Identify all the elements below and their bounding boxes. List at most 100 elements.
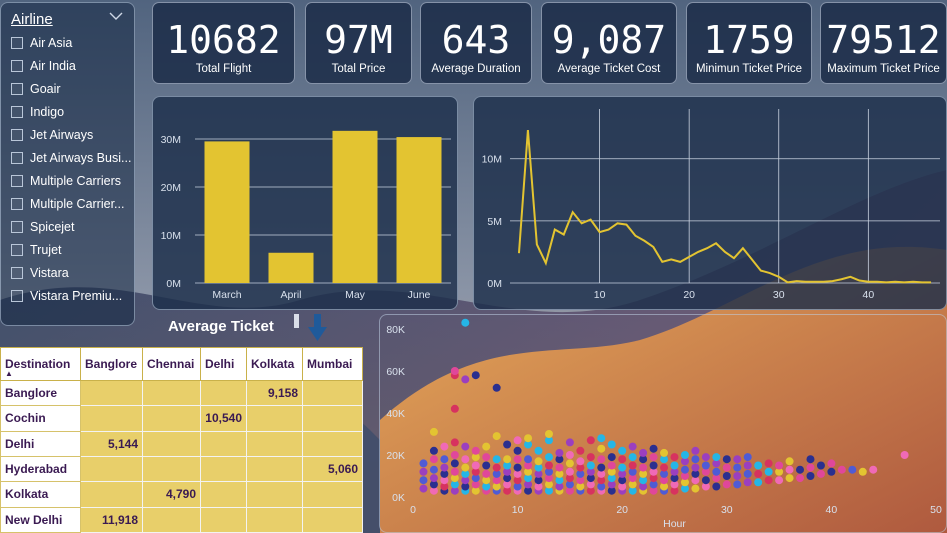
scatter-point[interactable]: [450, 451, 459, 459]
scatter-point[interactable]: [576, 457, 585, 466]
scatter-point[interactable]: [565, 459, 574, 468]
scatter-point[interactable]: [544, 430, 553, 438]
series-line[interactable]: [517, 130, 932, 284]
scatter-point[interactable]: [565, 451, 574, 459]
scatter-point[interactable]: [450, 438, 459, 447]
checkbox[interactable]: [11, 129, 23, 141]
checkbox[interactable]: [11, 152, 23, 164]
scatter-point[interactable]: [680, 451, 689, 459]
scatter-point[interactable]: [733, 455, 742, 464]
scatter-point[interactable]: [712, 482, 721, 491]
scatter-point[interactable]: [837, 465, 846, 474]
slicer-item[interactable]: Multiple Carriers: [11, 171, 121, 191]
scatter-point[interactable]: [544, 453, 553, 462]
checkbox[interactable]: [11, 244, 23, 256]
scatter-point[interactable]: [482, 442, 491, 451]
scatter-point[interactable]: [628, 461, 637, 470]
scatter-point[interactable]: [586, 436, 595, 445]
scatter-point[interactable]: [691, 446, 700, 455]
scatter-point[interactable]: [764, 459, 773, 468]
bar[interactable]: [332, 130, 378, 283]
scatter-point[interactable]: [827, 459, 836, 468]
column-header[interactable]: Delhi: [200, 347, 247, 381]
scatter-point[interactable]: [701, 461, 710, 470]
scatter-point[interactable]: [482, 469, 491, 478]
checkbox[interactable]: [11, 290, 23, 302]
column-header-destination[interactable]: Destination ▲: [0, 347, 81, 381]
scatter-point[interactable]: [461, 455, 470, 464]
scatter-point[interactable]: [806, 455, 815, 464]
scatter-point[interactable]: [775, 461, 784, 470]
scatter-point[interactable]: [450, 404, 459, 413]
scatter-point[interactable]: [660, 463, 669, 472]
scatter-point[interactable]: [482, 453, 491, 462]
slicer-item[interactable]: Jet Airways Busi...: [11, 148, 131, 168]
scatter-point[interactable]: [649, 461, 658, 470]
scatter-point[interactable]: [440, 455, 449, 464]
checkbox[interactable]: [11, 37, 23, 49]
scatter-point[interactable]: [607, 440, 616, 449]
scatter-point[interactable]: [461, 442, 470, 451]
scatter-point[interactable]: [670, 453, 679, 462]
scatter-point[interactable]: [680, 465, 689, 474]
scatter-point[interactable]: [796, 474, 805, 483]
scatter-point[interactable]: [722, 455, 731, 464]
scatter-point[interactable]: [555, 448, 564, 457]
scatter-point[interactable]: [471, 461, 480, 470]
checkbox[interactable]: [11, 106, 23, 118]
scatter-point[interactable]: [471, 446, 480, 455]
scatter-point[interactable]: [701, 476, 710, 485]
scatter-point[interactable]: [607, 461, 616, 470]
scatter-point[interactable]: [565, 467, 574, 476]
scatter-point[interactable]: [712, 453, 721, 462]
scatter-point[interactable]: [471, 371, 480, 380]
scatter-point[interactable]: [775, 476, 784, 485]
scatter-point[interactable]: [869, 465, 878, 474]
scatter-point[interactable]: [492, 463, 501, 472]
scatter-point[interactable]: [618, 446, 627, 455]
scatter-point[interactable]: [597, 455, 606, 464]
scatter-point[interactable]: [743, 453, 752, 462]
scatter-point[interactable]: [419, 476, 428, 485]
scatter-point[interactable]: [691, 484, 700, 493]
scatter-point[interactable]: [764, 467, 773, 476]
scatter-point[interactable]: [848, 465, 857, 474]
scatter-point[interactable]: [586, 461, 595, 470]
column-header[interactable]: Chennai: [142, 347, 201, 381]
slicer-item[interactable]: Spicejet: [11, 217, 74, 237]
scatter-point[interactable]: [628, 453, 637, 462]
scatter-point[interactable]: [660, 448, 669, 457]
scatter-point[interactable]: [806, 463, 815, 472]
scatter-point[interactable]: [440, 442, 449, 451]
checkbox[interactable]: [11, 175, 23, 187]
scatter-point[interactable]: [827, 467, 836, 476]
scatter-point[interactable]: [492, 432, 501, 441]
scatter-point[interactable]: [450, 467, 459, 476]
scatter-point[interactable]: [586, 453, 595, 462]
scatter-point[interactable]: [754, 461, 763, 470]
scatter-point[interactable]: [733, 480, 742, 489]
scatter-point[interactable]: [628, 442, 637, 451]
bar[interactable]: [268, 252, 314, 283]
column-header[interactable]: Kolkata: [246, 347, 303, 381]
scatter-point[interactable]: [576, 446, 585, 455]
scatter-point[interactable]: [722, 463, 731, 472]
scatter-point[interactable]: [649, 444, 658, 453]
scatter-point[interactable]: [419, 459, 428, 468]
scatter-point[interactable]: [597, 434, 606, 443]
bar[interactable]: [396, 137, 442, 283]
checkbox[interactable]: [11, 198, 23, 210]
scatter-point[interactable]: [513, 436, 522, 445]
checkbox[interactable]: [11, 221, 23, 233]
scatter-point[interactable]: [743, 461, 752, 470]
scatter-point[interactable]: [743, 469, 752, 478]
scatter-point[interactable]: [513, 446, 522, 455]
scatter-point[interactable]: [565, 438, 574, 447]
scatter-point[interactable]: [450, 367, 459, 375]
scatter-point[interactable]: [513, 463, 522, 472]
slicer-item[interactable]: Vistara: [11, 263, 69, 283]
scatter-point[interactable]: [796, 465, 805, 474]
scatter-point[interactable]: [597, 463, 606, 472]
scatter-point[interactable]: [429, 455, 438, 464]
scatter-point[interactable]: [712, 467, 721, 476]
